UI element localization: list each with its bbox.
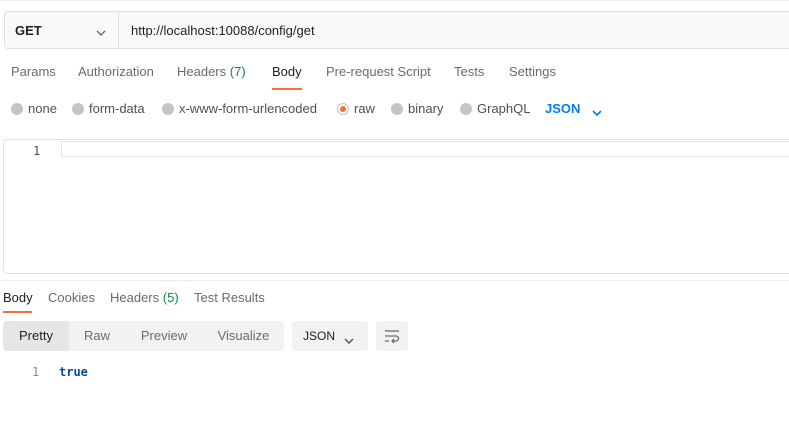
tab-label: Authorization <box>78 64 154 79</box>
url-input[interactable]: http://localhost:10088/config/get <box>131 23 315 38</box>
response-format-select[interactable]: JSON <box>292 321 368 351</box>
tab-tests[interactable]: Tests <box>454 64 484 79</box>
radio-dot <box>460 103 472 115</box>
radio-label: raw <box>354 101 375 116</box>
section-divider <box>0 280 789 281</box>
headers-count: (7) <box>229 64 246 79</box>
tab-label: Params <box>11 64 56 79</box>
view-label: Raw <box>83 328 110 343</box>
tab-body[interactable]: Body <box>272 64 302 79</box>
line-number: 1 <box>33 144 41 158</box>
radio-dot <box>72 103 84 115</box>
tab-label: Body <box>3 290 33 305</box>
radio-label: form-data <box>89 101 145 116</box>
radio-label: none <box>28 101 57 116</box>
method-select[interactable]: GET <box>5 12 119 48</box>
response-body-value: true <box>59 365 88 379</box>
body-language-select[interactable]: JSON <box>545 101 602 117</box>
tab-label: Headers <box>177 64 227 79</box>
method-label: GET <box>15 23 42 38</box>
tab-label: Pre-request Script <box>326 64 431 79</box>
view-raw-button[interactable]: Raw <box>69 321 125 351</box>
tab-label: Test Results <box>194 290 265 305</box>
tab-params[interactable]: Params <box>11 64 56 79</box>
tab-authorization[interactable]: Authorization <box>78 64 154 79</box>
request-body-editor[interactable]: 1 <box>3 139 789 274</box>
response-tab-body[interactable]: Body <box>3 290 33 305</box>
radio-dot <box>162 103 174 115</box>
active-line[interactable] <box>61 141 789 157</box>
headers-count: (5) <box>162 290 179 305</box>
response-tab-cookies[interactable]: Cookies <box>48 290 95 305</box>
radio-label: binary <box>408 101 444 116</box>
tab-label: Cookies <box>48 290 95 305</box>
view-pretty-button[interactable]: Pretty <box>3 321 69 351</box>
radio-dot-selected <box>337 103 349 115</box>
format-label: JSON <box>303 329 336 343</box>
view-preview-button[interactable]: Preview <box>125 321 203 351</box>
radio-label: GraphQL <box>477 101 531 116</box>
view-label: Pretty <box>19 328 53 343</box>
radio-dot <box>11 103 23 115</box>
response-tab-test-results[interactable]: Test Results <box>194 290 265 305</box>
tab-label: Tests <box>454 64 485 79</box>
view-label: Preview <box>140 328 188 343</box>
tab-label: Headers <box>110 290 160 305</box>
chevron-down-icon <box>592 105 602 120</box>
url-bar: GET http://localhost:10088/config/get <box>4 11 789 49</box>
top-border <box>0 0 789 1</box>
active-tab-indicator <box>272 88 302 90</box>
radio-label: x-www-form-urlencoded <box>179 101 317 116</box>
tab-headers[interactable]: Headers (7) <box>177 64 246 79</box>
response-view-switcher: Pretty Raw Preview Visualize <box>3 321 284 351</box>
language-label: JSON <box>545 101 581 116</box>
tab-pre-request-script[interactable]: Pre-request Script <box>326 64 431 79</box>
tab-label: Body <box>272 64 302 79</box>
tab-settings[interactable]: Settings <box>509 64 556 79</box>
view-label: Visualize <box>217 328 270 343</box>
response-line-number: 1 <box>32 365 40 379</box>
chevron-down-icon <box>96 25 106 40</box>
active-tab-indicator <box>3 311 32 313</box>
radio-dot <box>391 103 403 115</box>
response-tab-headers[interactable]: Headers (5) <box>110 290 179 305</box>
view-visualize-button[interactable]: Visualize <box>203 321 284 351</box>
wrap-lines-button[interactable] <box>376 321 408 351</box>
chevron-down-icon <box>344 333 354 348</box>
tab-label: Settings <box>509 64 556 79</box>
